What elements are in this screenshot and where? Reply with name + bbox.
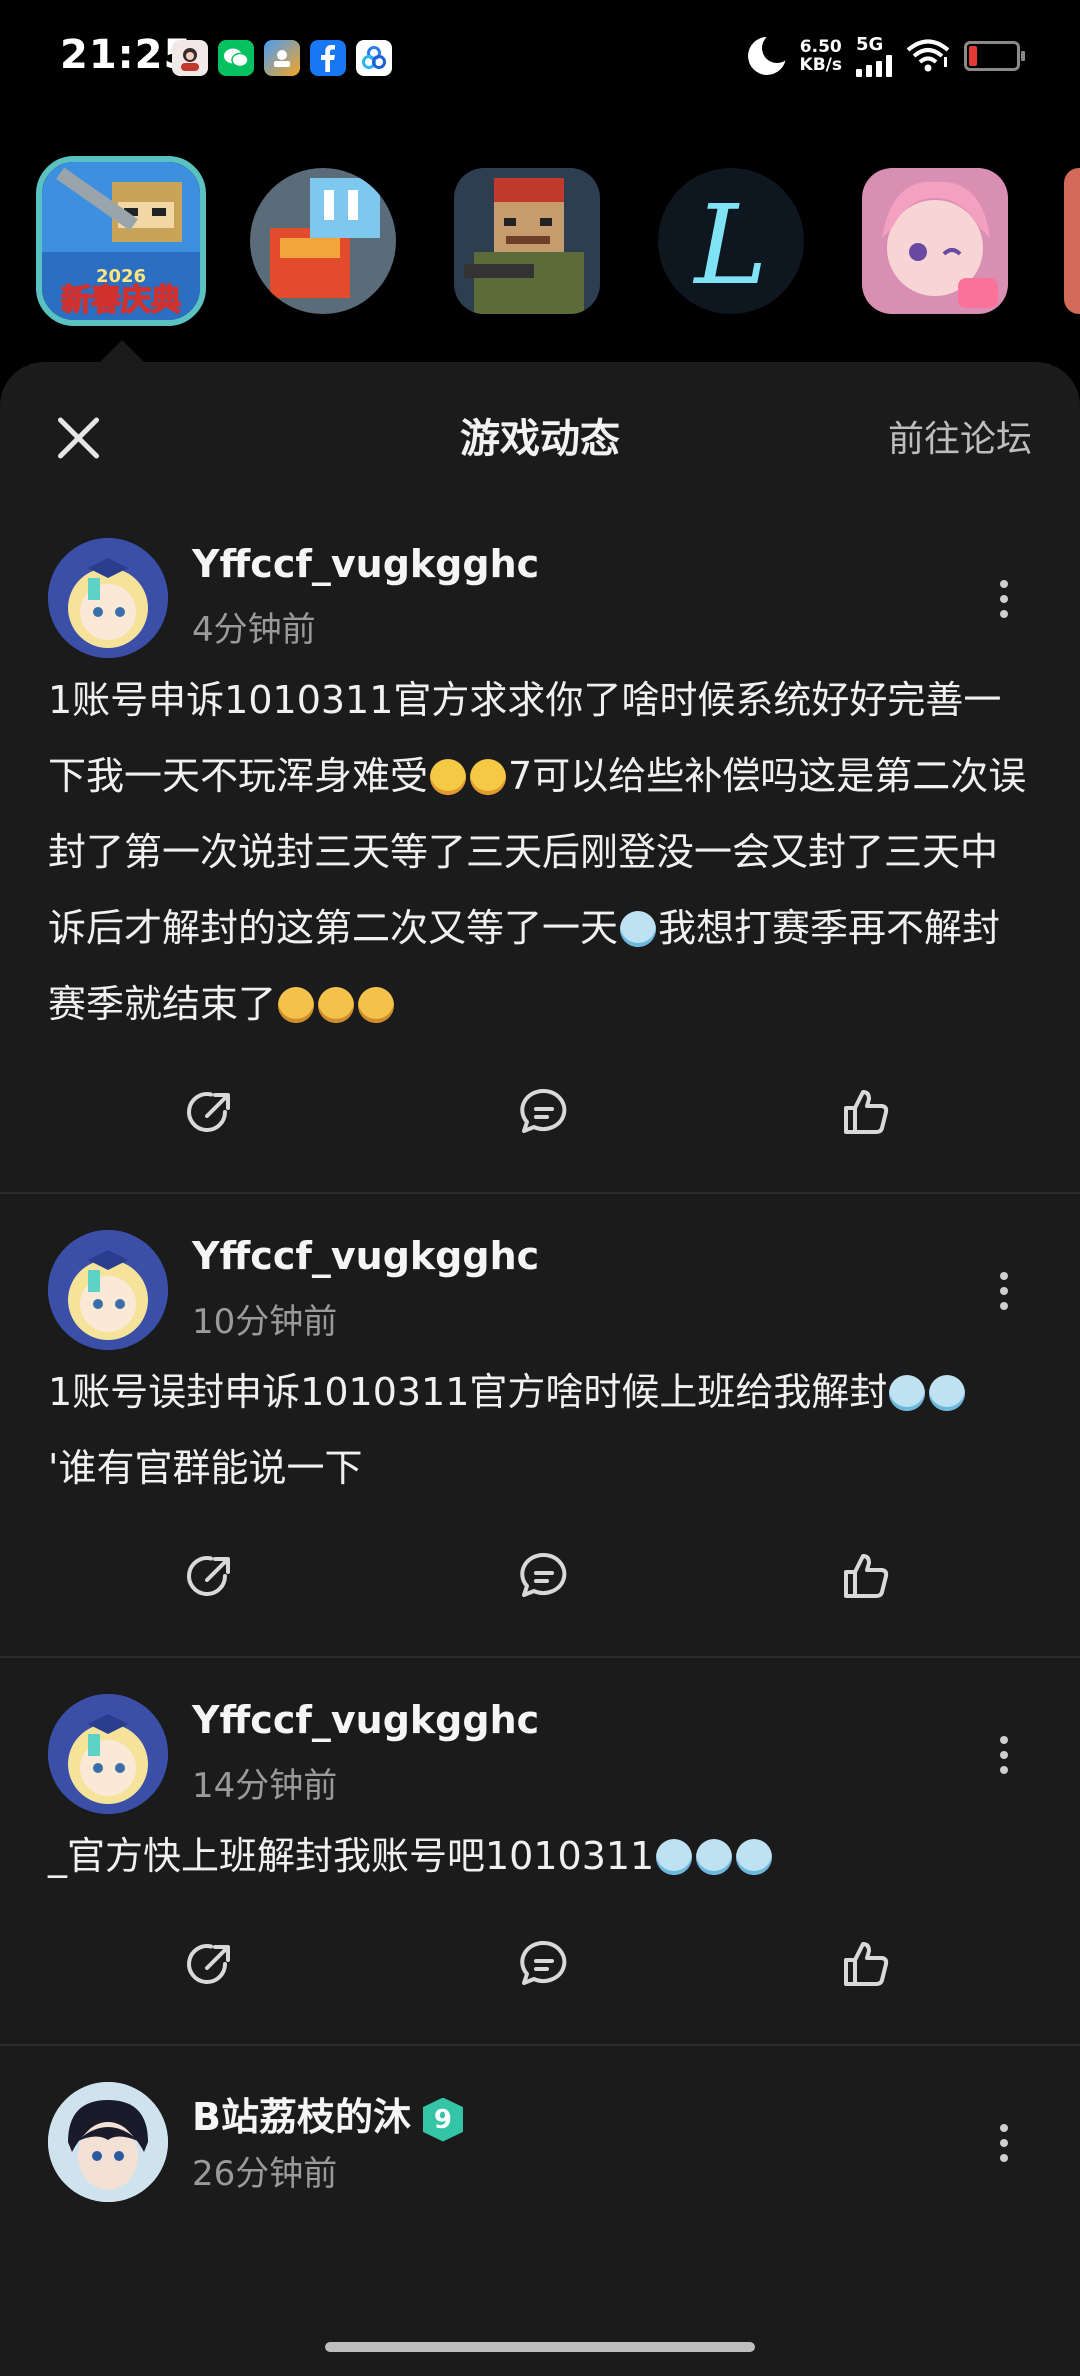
level-badge: 9 xyxy=(422,2097,463,2142)
tencent-icon xyxy=(356,40,392,76)
post-time: 26分钟前 xyxy=(192,2154,338,2194)
go-to-forum-link[interactable]: 前往论坛 xyxy=(888,410,1032,462)
post-card[interactable]: Yffccf_vugkgghc 10分钟前 1账号误封申诉1010311官方啥时… xyxy=(0,1194,1080,1658)
status-bar: 21:25 6.50 KB/s 5G xyxy=(0,0,1080,120)
wechat-icon xyxy=(218,40,254,76)
game-icon-anime-girl[interactable] xyxy=(862,168,1008,314)
post-header: Yffccf_vugkgghc 10分钟前 xyxy=(0,1194,1080,1350)
post-card[interactable]: B站荔枝的沐 9 26分钟前 xyxy=(0,2046,1080,2202)
battery-icon xyxy=(964,40,1025,71)
comment-icon[interactable] xyxy=(514,1546,574,1606)
system-status: 6.50 KB/s 5G xyxy=(747,32,1025,77)
avatar[interactable] xyxy=(48,538,168,658)
do-not-disturb-icon xyxy=(747,32,792,75)
game-icon-partial[interactable] xyxy=(1064,168,1080,314)
avatar-app-icon xyxy=(172,40,208,76)
post-time: 4分钟前 xyxy=(192,610,316,650)
more-options-icon[interactable] xyxy=(1000,580,1008,625)
post-header: Yffccf_vugkgghc 4分钟前 xyxy=(0,502,1080,658)
more-options-icon[interactable] xyxy=(1000,1272,1008,1317)
game-icon-letter-l[interactable]: L xyxy=(658,168,804,314)
username[interactable]: Yffccf_vugkgghc xyxy=(192,542,539,586)
post-content[interactable]: 1账号申诉1010311官方求求你了啥时候系统好好完善一下我一天不玩浑身难受 7可… xyxy=(0,662,1080,1042)
like-icon[interactable] xyxy=(836,1934,896,1994)
home-indicator[interactable] xyxy=(325,2342,755,2352)
post-header: B站荔枝的沐 9 26分钟前 xyxy=(0,2046,1080,2202)
crying-emoji-icon xyxy=(696,1839,733,1875)
selection-pointer xyxy=(100,340,144,362)
signal-bars-icon xyxy=(856,55,892,77)
crying-emoji-icon xyxy=(656,1839,693,1875)
crying-emoji-icon xyxy=(736,1839,773,1875)
game-activity-sheet: 游戏动态 前往论坛 Yffccf_vugkgghc 4分钟前 1账号申诉1010… xyxy=(0,362,1080,2376)
photo-app-icon xyxy=(264,40,300,76)
post-content[interactable]: _官方快上班解封我账号吧1010311 xyxy=(0,1818,1080,1894)
crying-emoji-icon xyxy=(620,911,657,947)
facebook-icon xyxy=(310,40,346,76)
post-actions xyxy=(0,1042,1080,1192)
post-card[interactable]: Yffccf_vugkgghc 4分钟前 1账号申诉1010311官方求求你了啥… xyxy=(0,502,1080,1194)
more-options-icon[interactable] xyxy=(1000,2124,1008,2169)
game-icon-pixel-soldier[interactable] xyxy=(454,168,600,314)
share-icon[interactable] xyxy=(181,1082,241,1142)
sad-emoji-icon xyxy=(278,987,315,1023)
shocked-emoji-icon xyxy=(430,759,467,795)
post-actions xyxy=(0,1506,1080,1656)
sheet-header: 游戏动态 前往论坛 xyxy=(0,362,1080,502)
svg-text:新春庆典: 新春庆典 xyxy=(61,283,181,318)
svg-text:L: L xyxy=(692,181,767,309)
post-content[interactable]: 1账号误封申诉1010311官方啥时候上班给我解封 '谁有官群能说一下 xyxy=(0,1354,1080,1506)
notification-icons xyxy=(172,40,392,76)
avatar[interactable] xyxy=(48,1230,168,1350)
cellular-signal: 5G xyxy=(856,34,892,77)
avatar[interactable] xyxy=(48,1694,168,1814)
game-icon-mini-world-festival[interactable]: 2026 新春庆典 xyxy=(36,156,206,326)
game-icon-block-hero[interactable] xyxy=(250,168,396,314)
share-icon[interactable] xyxy=(181,1546,241,1606)
more-options-icon[interactable] xyxy=(1000,1736,1008,1781)
like-icon[interactable] xyxy=(836,1082,896,1142)
post-time: 14分钟前 xyxy=(192,1766,338,1806)
sad-emoji-icon xyxy=(358,987,395,1023)
crying-emoji-icon xyxy=(929,1375,966,1411)
username[interactable]: Yffccf_vugkgghc xyxy=(192,1698,539,1742)
comment-icon[interactable] xyxy=(514,1082,574,1142)
network-speed: 6.50 KB/s xyxy=(799,36,842,75)
comment-icon[interactable] xyxy=(514,1934,574,1994)
game-strip: 2026 新春庆典 L xyxy=(0,150,1080,330)
shocked-emoji-icon xyxy=(470,759,507,795)
avatar[interactable] xyxy=(48,2082,168,2202)
post-time: 10分钟前 xyxy=(192,1302,338,1342)
post-card[interactable]: Yffccf_vugkgghc 14分钟前 _官方快上班解封我账号吧101031… xyxy=(0,1658,1080,2046)
username[interactable]: B站荔枝的沐 9 xyxy=(192,2086,463,2142)
like-icon[interactable] xyxy=(836,1546,896,1606)
username[interactable]: Yffccf_vugkgghc xyxy=(192,1234,539,1278)
share-icon[interactable] xyxy=(181,1934,241,1994)
post-header: Yffccf_vugkgghc 14分钟前 xyxy=(0,1658,1080,1814)
sad-emoji-icon xyxy=(318,987,355,1023)
crying-emoji-icon xyxy=(889,1375,926,1411)
wifi-icon xyxy=(906,39,950,71)
post-actions xyxy=(0,1894,1080,2044)
